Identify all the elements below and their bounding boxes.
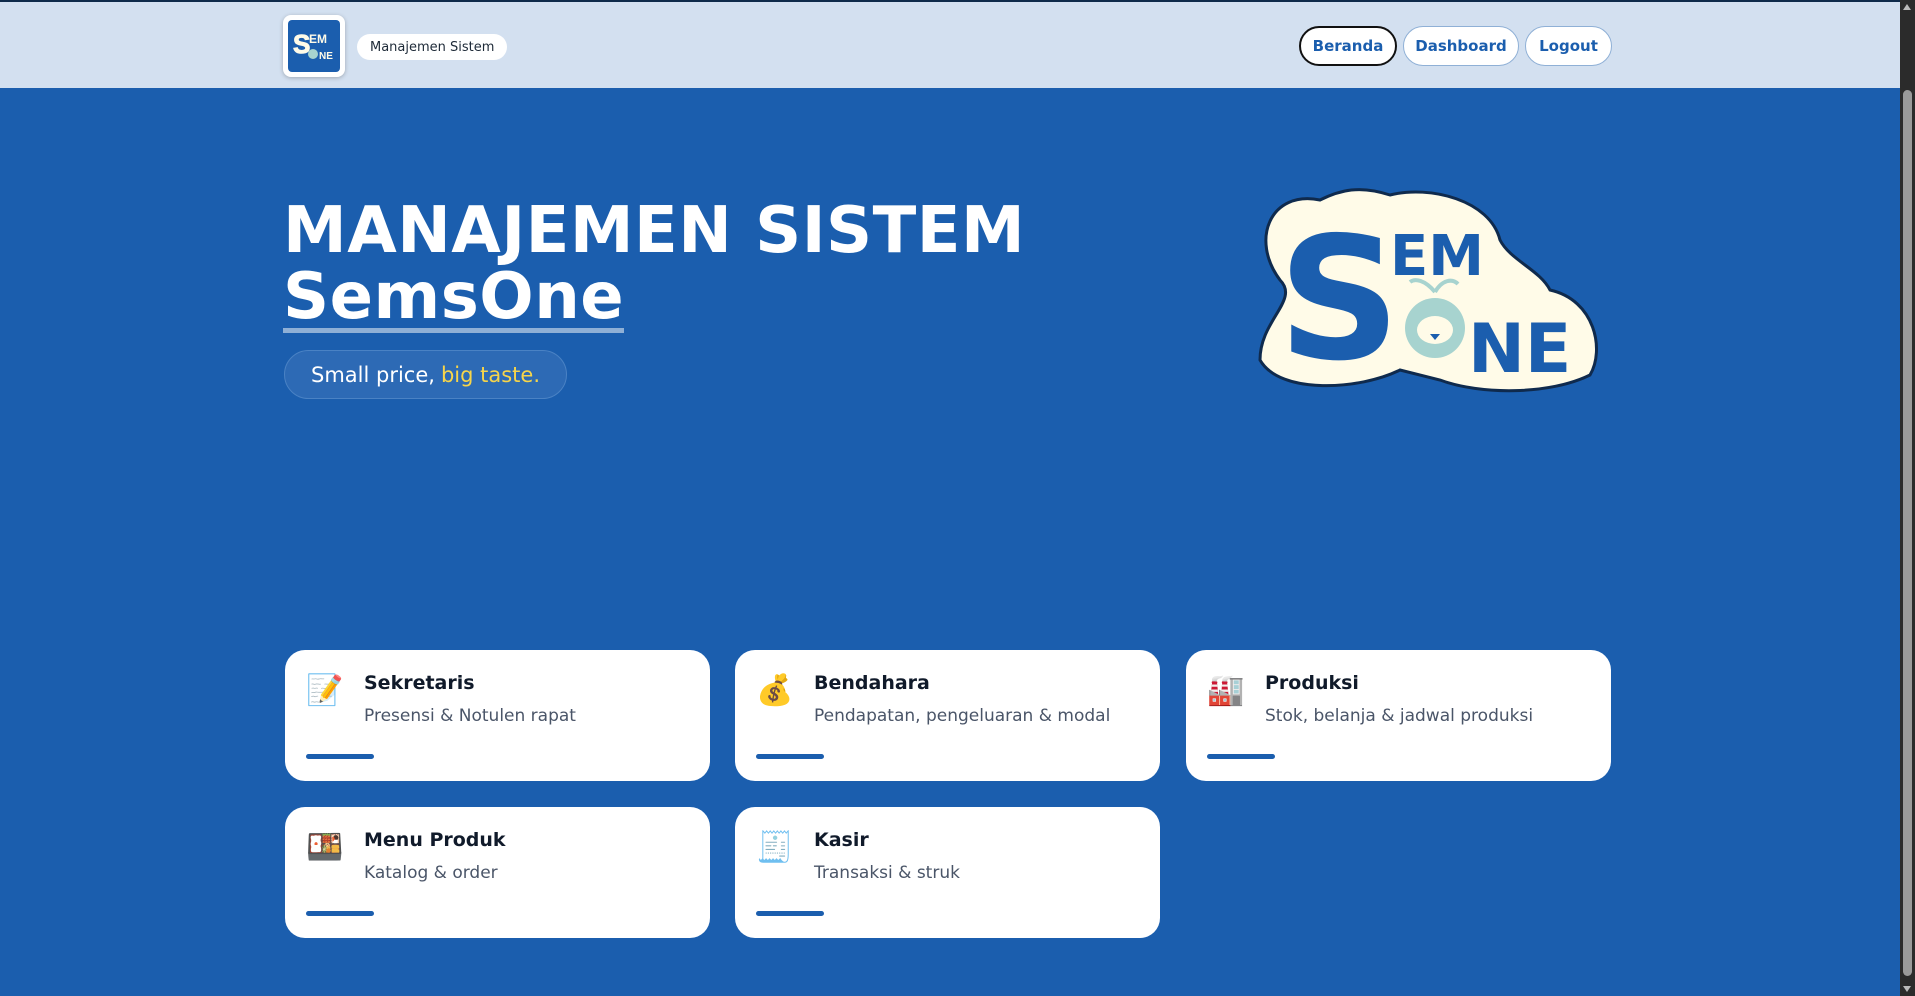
svg-text:EM: EM: [309, 32, 327, 46]
memo-icon: 📝: [306, 673, 344, 708]
scroll-thumb[interactable]: [1903, 90, 1912, 976]
svg-text:S: S: [293, 29, 310, 59]
receipt-icon: 🧾: [756, 830, 794, 865]
top-navbar: S EM NE Manajemen Sistem Beranda Dashboa…: [0, 0, 1900, 88]
card-title: Produksi: [1265, 672, 1359, 694]
card-title: Bendahara: [814, 672, 930, 694]
card-title: Menu Produk: [364, 829, 506, 851]
svg-text:NE: NE: [319, 51, 333, 62]
hero-title-brand: SemsOne: [283, 260, 625, 334]
scroll-up-icon[interactable]: [1903, 4, 1911, 10]
card-subtitle: Katalog & order: [364, 863, 498, 883]
svg-text:EM: EM: [1390, 224, 1484, 289]
svg-text:S: S: [1278, 201, 1400, 399]
hero-title: MANAJEMEN SISTEM SemsOne: [283, 198, 1025, 333]
card-subtitle: Stok, belanja & jadwal produksi: [1265, 706, 1534, 726]
card-title: Sekretaris: [364, 672, 475, 694]
tagline-highlight: big taste.: [440, 362, 540, 387]
nav-dashboard-button[interactable]: Dashboard: [1403, 26, 1519, 66]
vertical-scrollbar[interactable]: [1900, 0, 1915, 996]
factory-icon: 🏭: [1207, 673, 1245, 708]
hero-title-line1: MANAJEMEN SISTEM: [283, 194, 1026, 268]
card-subtitle: Pendapatan, pengeluaran & modal: [814, 706, 1111, 726]
scroll-down-icon[interactable]: [1903, 986, 1911, 992]
money-bag-icon: 💰: [756, 673, 794, 708]
brand-logo[interactable]: S EM NE: [283, 15, 345, 77]
semsone-logo-illustration: S EM NE: [1250, 180, 1600, 400]
nav-logout-button[interactable]: Logout: [1525, 26, 1612, 66]
card-accent-bar: [306, 911, 374, 916]
card-menu-produk[interactable]: 🍱 Menu Produk Katalog & order: [285, 807, 710, 938]
card-subtitle: Transaksi & struk: [814, 863, 960, 883]
nav-beranda-button[interactable]: Beranda: [1299, 26, 1397, 66]
card-accent-bar: [1207, 754, 1275, 759]
card-bendahara[interactable]: 💰 Bendahara Pendapatan, pengeluaran & mo…: [735, 650, 1160, 781]
card-accent-bar: [756, 754, 824, 759]
card-accent-bar: [756, 911, 824, 916]
card-produksi[interactable]: 🏭 Produksi Stok, belanja & jadwal produk…: [1186, 650, 1611, 781]
card-title: Kasir: [814, 829, 869, 851]
bento-box-icon: 🍱: [306, 830, 344, 865]
tagline-text: Small price,: [311, 362, 435, 387]
logo-mark: S EM NE: [288, 20, 340, 72]
card-subtitle: Presensi & Notulen rapat: [364, 706, 576, 726]
system-tag: Manajemen Sistem: [357, 34, 508, 60]
card-kasir[interactable]: 🧾 Kasir Transaksi & struk: [735, 807, 1160, 938]
card-accent-bar: [306, 754, 374, 759]
svg-text:NE: NE: [1468, 310, 1571, 389]
tagline-pill: Small price, big taste.: [284, 350, 567, 399]
card-sekretaris[interactable]: 📝 Sekretaris Presensi & Notulen rapat: [285, 650, 710, 781]
